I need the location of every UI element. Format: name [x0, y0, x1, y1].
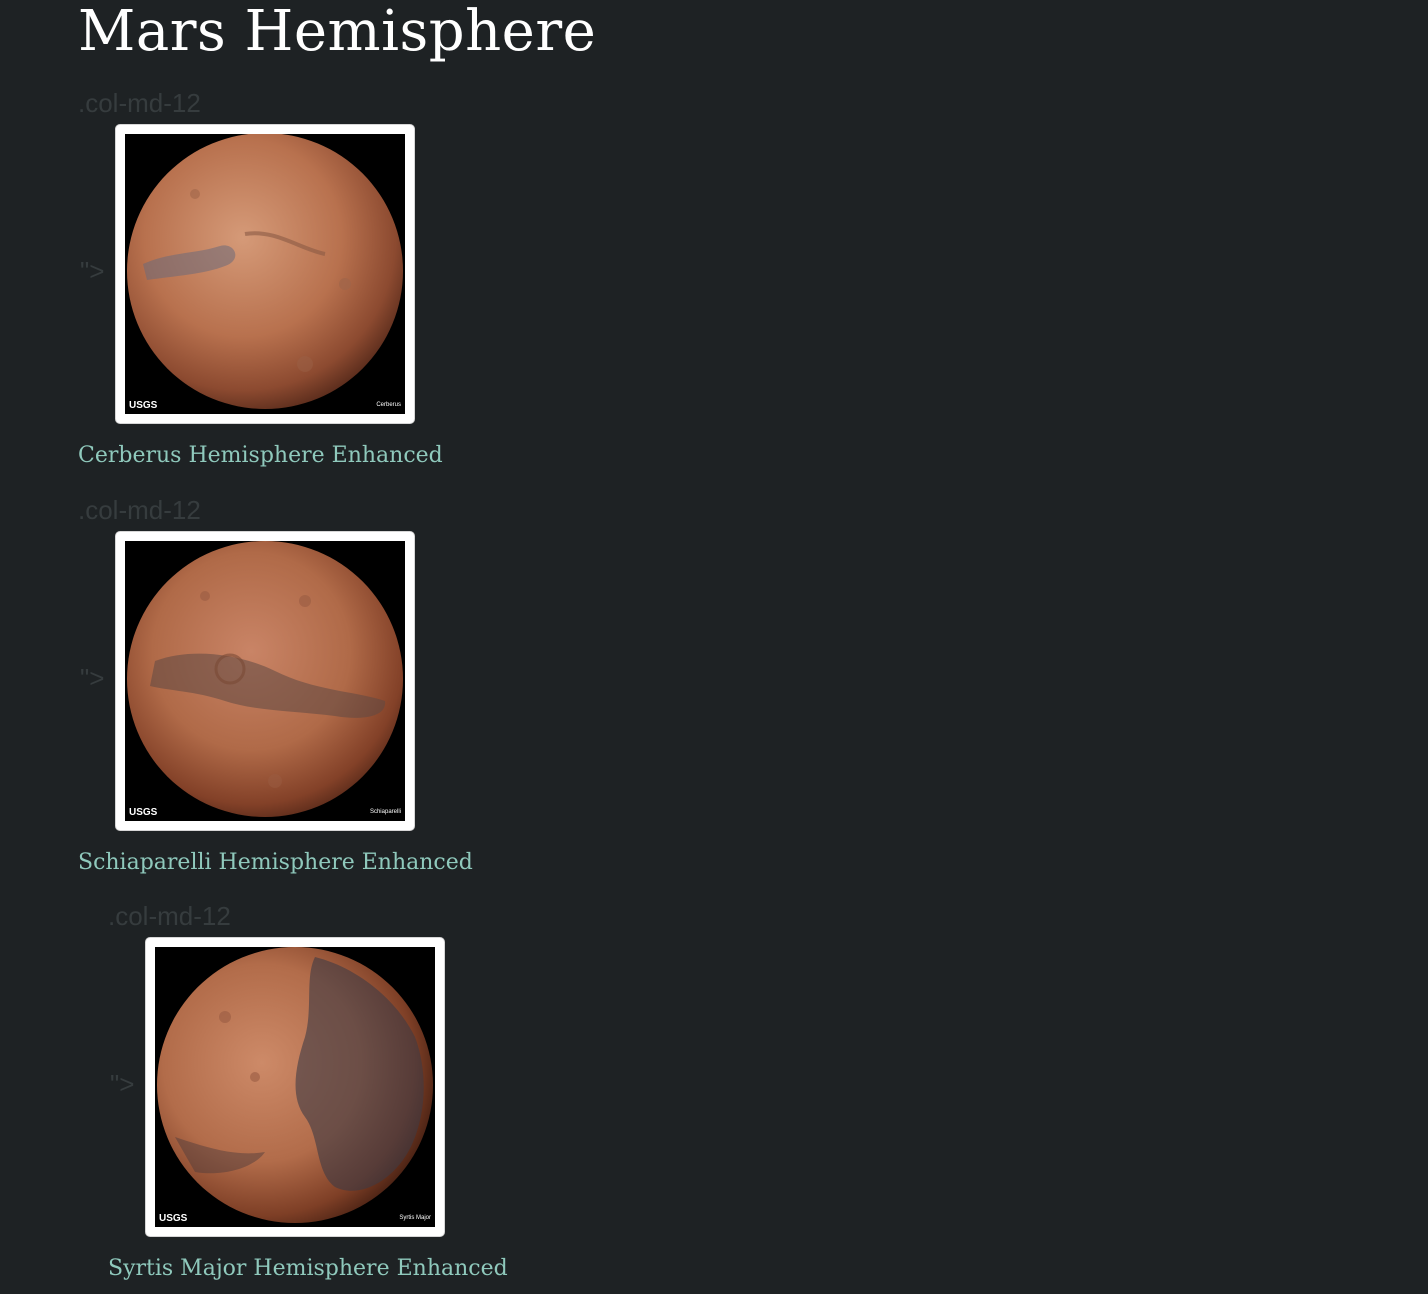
- stray-markup-text: ">: [110, 1069, 135, 1099]
- image-caption: Cerberus: [376, 402, 401, 408]
- col-class-label: .col-md-12: [108, 901, 231, 931]
- hemisphere-item-syrtis-major: .col-md-12 "> USGS Syrtis Major Syrtis M…: [108, 901, 528, 1291]
- hemisphere-item-schiaparelli: .col-md-12 "> USGS Schiaparelli Schiapar…: [78, 495, 498, 885]
- hemisphere-title-link[interactable]: Syrtis Major Hemisphere Enhanced: [108, 1255, 508, 1283]
- col-class-label: .col-md-12: [78, 88, 201, 118]
- stray-markup-text: ">: [80, 256, 105, 286]
- image-caption: Schiaparelli: [370, 809, 401, 815]
- mars-cerberus-image: USGS Cerberus: [125, 134, 405, 414]
- hemisphere-title-link[interactable]: Schiaparelli Hemisphere Enhanced: [78, 849, 473, 877]
- mars-schiaparelli-image: USGS Schiaparelli: [125, 541, 405, 821]
- usgs-logo: USGS: [129, 807, 158, 818]
- usgs-logo: USGS: [129, 400, 158, 411]
- stray-markup-text: ">: [80, 663, 105, 693]
- page-title: Mars Hemisphere: [78, 0, 597, 64]
- hemisphere-item-cerberus: .col-md-12 "> USGS Cerberus Cerberus Hem…: [78, 88, 478, 478]
- image-caption: Syrtis Major: [399, 1215, 431, 1221]
- hemisphere-title-link[interactable]: Cerberus Hemisphere Enhanced: [78, 442, 443, 470]
- usgs-logo: USGS: [159, 1213, 188, 1224]
- hemisphere-thumbnail-link[interactable]: USGS Cerberus: [115, 124, 415, 424]
- mars-syrtis-major-image: USGS Syrtis Major: [155, 947, 435, 1227]
- hemisphere-thumbnail-link[interactable]: USGS Schiaparelli: [115, 531, 415, 831]
- hemisphere-thumbnail-link[interactable]: USGS Syrtis Major: [145, 937, 445, 1237]
- col-class-label: .col-md-12: [78, 495, 201, 525]
